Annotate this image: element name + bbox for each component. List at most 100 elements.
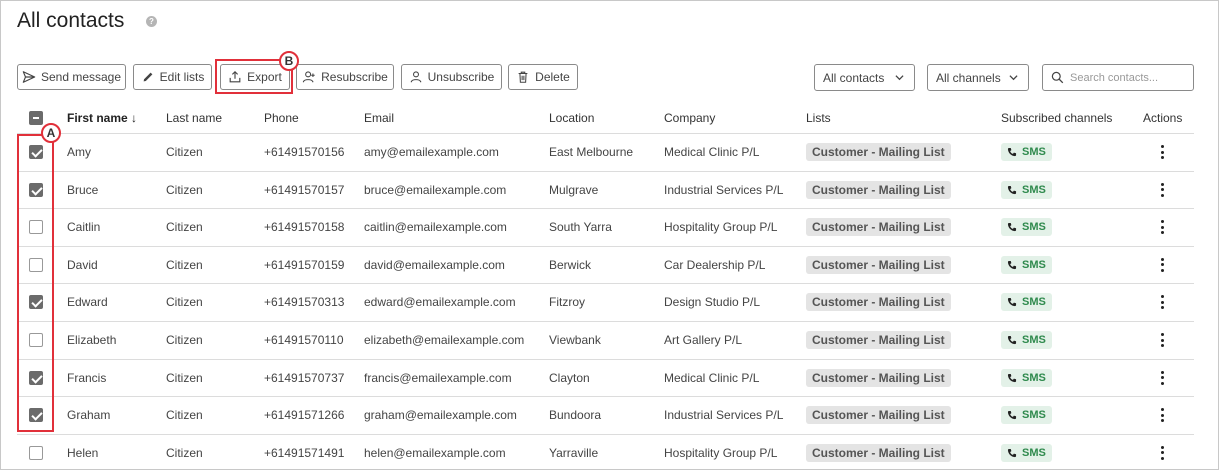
select-all-checkbox[interactable] <box>29 111 43 125</box>
delete-button[interactable]: Delete <box>508 64 578 90</box>
cell-email: graham@emailexample.com <box>364 408 517 423</box>
cell-company: Hospitality Group P/L <box>664 220 778 235</box>
header-company[interactable]: Company <box>664 111 715 125</box>
header-last-name[interactable]: Last name <box>166 111 222 125</box>
sms-label: SMS <box>1022 258 1046 271</box>
table-row[interactable]: Bruce Citizen +61491570157 bruce@emailexamp… <box>17 172 1194 210</box>
cell-location: Fitzroy <box>549 295 585 310</box>
table-row[interactable]: Helen Citizen +61491571491 helen@emailexamp… <box>17 435 1194 470</box>
unsubscribe-button[interactable]: Unsubscribe <box>401 64 502 90</box>
user-icon <box>410 71 421 83</box>
more-actions-icon[interactable] <box>1158 143 1166 161</box>
more-actions-icon[interactable] <box>1158 218 1166 236</box>
header-subscribed-channels[interactable]: Subscribed channels <box>1001 111 1112 125</box>
sms-label: SMS <box>1022 371 1046 384</box>
table-row[interactable]: Francis Citizen +61491570737 francis@emaile… <box>17 360 1194 398</box>
cell-location: Yarraville <box>549 445 599 460</box>
table-row[interactable]: Elizabeth Citizen +61491570110 elizabeth@em… <box>17 322 1194 360</box>
pencil-icon <box>143 72 153 82</box>
cell-first-name: Amy <box>67 145 91 159</box>
cell-company: Medical Clinic P/L <box>664 145 760 159</box>
more-actions-icon[interactable] <box>1158 369 1166 387</box>
table-row[interactable]: Caitlin Citizen +61491570158 caitlin@emaile… <box>17 209 1194 247</box>
cell-last-name: Citizen <box>166 370 203 385</box>
header-lists[interactable]: Lists <box>806 111 831 125</box>
send-icon <box>22 71 36 83</box>
sms-channel-badge: SMS <box>1001 331 1052 349</box>
cell-first-name: Graham <box>67 408 111 423</box>
cell-last-name: Citizen <box>166 220 203 235</box>
phone-icon <box>1007 335 1017 345</box>
phone-icon <box>1007 223 1017 232</box>
phone-icon <box>1007 373 1017 382</box>
cell-email: caitlin@emailexample.com <box>364 220 507 235</box>
sms-channel-badge: SMS <box>1001 255 1052 274</box>
cell-first-name: Francis <box>67 370 107 385</box>
table-row[interactable]: David Citizen +61491570159 david@emailexamp… <box>17 247 1194 285</box>
search-icon <box>1051 71 1064 84</box>
question-mark-icon[interactable]: ? <box>146 16 157 27</box>
cell-last-name: Citizen <box>166 257 203 272</box>
header-phone[interactable]: Phone <box>264 111 299 125</box>
list-badge: Customer - Mailing List <box>806 180 951 199</box>
sms-channel-badge: SMS <box>1001 443 1052 462</box>
header-email[interactable]: Email <box>364 111 394 125</box>
cell-company: Hospitality Group P/L <box>664 445 778 460</box>
table-row[interactable]: Edward Citizen +61491570313 edward@emailexa… <box>17 284 1194 322</box>
page-title: All contacts <box>17 9 125 32</box>
table-row[interactable]: Graham Citizen +61491571266 graham@emailexa… <box>17 397 1194 435</box>
more-actions-icon[interactable] <box>1158 444 1166 462</box>
cell-location: East Melbourne <box>549 145 634 159</box>
cell-phone: +61491571266 <box>264 408 345 423</box>
search-input[interactable] <box>1070 71 1190 84</box>
cell-location: Clayton <box>549 370 590 385</box>
cell-last-name: Citizen <box>166 408 203 423</box>
send-message-button[interactable]: Send message <box>17 64 126 90</box>
cell-first-name: Caitlin <box>67 220 101 235</box>
more-actions-icon[interactable] <box>1158 293 1166 311</box>
phone-icon <box>1007 411 1017 420</box>
more-actions-icon[interactable] <box>1158 406 1166 424</box>
cell-company: Art Gallery P/L <box>664 333 743 347</box>
sms-channel-badge: SMS <box>1001 218 1052 237</box>
cell-email: edward@emailexample.com <box>364 295 516 310</box>
sms-channel-badge: SMS <box>1001 406 1052 425</box>
cell-company: Industrial Services P/L <box>664 408 784 423</box>
cell-phone: +61491570737 <box>264 370 345 385</box>
search-box[interactable] <box>1042 64 1194 91</box>
sms-channel-badge: SMS <box>1001 180 1052 199</box>
channels-filter-value: All channels <box>936 70 1001 85</box>
cell-last-name: Citizen <box>166 445 203 460</box>
unsubscribe-label: Unsubscribe <box>427 70 495 84</box>
list-badge: Customer - Mailing List <box>806 255 951 274</box>
cell-first-name: Bruce <box>67 182 99 197</box>
header-actions: Actions <box>1143 111 1183 125</box>
cell-first-name: Edward <box>67 295 108 310</box>
cell-email: helen@emailexample.com <box>364 445 506 460</box>
edit-lists-button[interactable]: Edit lists <box>133 64 212 90</box>
phone-icon <box>1007 448 1017 457</box>
send-message-label: Send message <box>40 70 122 84</box>
cell-last-name: Citizen <box>166 182 203 197</box>
header-location[interactable]: Location <box>549 111 594 125</box>
contacts-filter-select[interactable]: All contacts <box>814 64 915 91</box>
list-badge: Customer - Mailing List <box>806 406 951 425</box>
cell-company: Design Studio P/L <box>664 295 761 310</box>
table-row[interactable]: Amy Citizen +61491570156 amy@emailexample.c… <box>17 134 1194 172</box>
more-actions-icon[interactable] <box>1158 256 1166 274</box>
channels-filter-select[interactable]: All channels <box>927 64 1029 91</box>
header-first-name[interactable]: First name ↓ <box>67 111 137 125</box>
sms-label: SMS <box>1022 146 1046 158</box>
sms-label: SMS <box>1022 296 1046 309</box>
more-actions-icon[interactable] <box>1158 181 1166 199</box>
sms-label: SMS <box>1022 334 1046 346</box>
resubscribe-button[interactable]: Resubscribe <box>296 64 394 90</box>
cell-last-name: Citizen <box>166 333 203 347</box>
cell-phone: +61491570159 <box>264 257 345 272</box>
phone-icon <box>1007 147 1017 157</box>
more-actions-icon[interactable] <box>1158 331 1166 349</box>
cell-first-name: David <box>67 257 98 272</box>
phone-icon <box>1007 185 1017 194</box>
row-checkbox[interactable] <box>29 445 43 460</box>
cell-phone: +61491570157 <box>264 182 345 197</box>
